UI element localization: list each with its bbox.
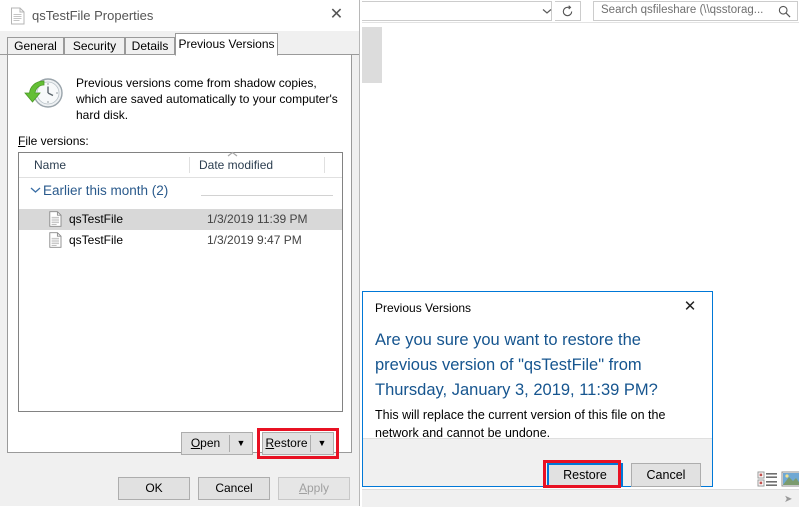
table-row[interactable]: qsTestFile 1/3/2019 11:39 PM [19, 209, 342, 230]
open-split-button[interactable]: Open ▼ [181, 432, 253, 455]
dialog-restore-button[interactable]: Restore [547, 463, 623, 487]
search-icon[interactable] [778, 5, 791, 18]
confirm-restore-dialog: Previous Versions ✕ Are you sure you wan… [362, 291, 713, 487]
address-input[interactable] [362, 1, 552, 21]
row-file-name: qsTestFile [69, 212, 124, 226]
table-row[interactable]: qsTestFile 1/3/2019 9:47 PM [19, 230, 342, 251]
chevron-down-icon[interactable] [30, 185, 41, 197]
close-icon[interactable]: ✕ [314, 0, 359, 30]
dialog-warning-text: This will replace the current version of… [375, 408, 666, 440]
chevron-down-icon[interactable] [540, 6, 554, 20]
previous-versions-tab-page: Previous versions come from shadow copie… [7, 55, 352, 453]
toolbar-divider [362, 22, 799, 23]
column-divider[interactable] [189, 157, 190, 173]
open-button-label[interactable]: Open [182, 433, 229, 454]
caret-down-icon[interactable]: ▼ [311, 433, 333, 454]
file-icon [10, 7, 26, 25]
sort-chevron-icon [225, 151, 239, 161]
file-versions-listview[interactable]: Name Date modified Earlier this month (2… [18, 151, 343, 412]
listview-header: Name Date modified [19, 151, 342, 178]
group-rule [201, 195, 333, 196]
row-file-name: qsTestFile [69, 233, 124, 247]
group-label: Earlier this month (2) [43, 183, 169, 198]
page-title: qsTestFile Properties [32, 8, 154, 23]
large-icons-view-icon[interactable] [781, 470, 799, 490]
apply-button: Apply [278, 477, 350, 500]
resize-grip-icon[interactable]: ➤ [784, 494, 796, 506]
previous-versions-description: Previous versions come from shadow copie… [76, 76, 338, 122]
restore-button-label[interactable]: Restore [263, 433, 310, 454]
file-icon [49, 211, 62, 227]
ok-button[interactable]: OK [118, 477, 190, 500]
content-placeholder-block [362, 27, 382, 83]
search-placeholder: Search qsfileshare (\\qsstorag... [601, 4, 764, 16]
dialog-message: Are you sure you want to restore the pre… [375, 331, 658, 399]
details-view-icon[interactable] [757, 470, 781, 490]
close-icon[interactable]: ✕ [668, 292, 712, 322]
file-icon [49, 232, 62, 248]
restore-split-button[interactable]: Restore ▼ [262, 432, 334, 455]
search-input[interactable]: Search qsfileshare (\\qsstorag... [593, 1, 798, 21]
listview-group-header[interactable]: Earlier this month (2) [19, 180, 342, 206]
explorer-status-bar: ➤ [362, 489, 799, 507]
column-divider[interactable] [324, 157, 325, 173]
file-versions-label: File versions: [18, 134, 89, 148]
properties-title-bar: qsTestFile Properties ✕ [0, 0, 359, 32]
column-header-name[interactable]: Name [34, 158, 66, 172]
tab-previous-versions[interactable]: Previous Versions [175, 33, 278, 56]
row-date-modified: 1/3/2019 9:47 PM [207, 233, 302, 247]
refresh-icon[interactable] [555, 1, 581, 21]
cancel-button[interactable]: Cancel [198, 477, 270, 500]
row-date-modified: 1/3/2019 11:39 PM [207, 212, 308, 226]
caret-down-icon[interactable]: ▼ [230, 433, 252, 454]
properties-window: qsTestFile Properties ✕ General Security… [0, 0, 360, 506]
clock-restore-icon [24, 73, 68, 117]
properties-tabstrip: General Security Details Previous Versio… [0, 31, 359, 56]
dialog-cancel-button[interactable]: Cancel [631, 463, 701, 487]
explorer-address-bar: Search qsfileshare (\\qsstorag... [362, 0, 799, 22]
dialog-title: Previous Versions [375, 301, 472, 315]
